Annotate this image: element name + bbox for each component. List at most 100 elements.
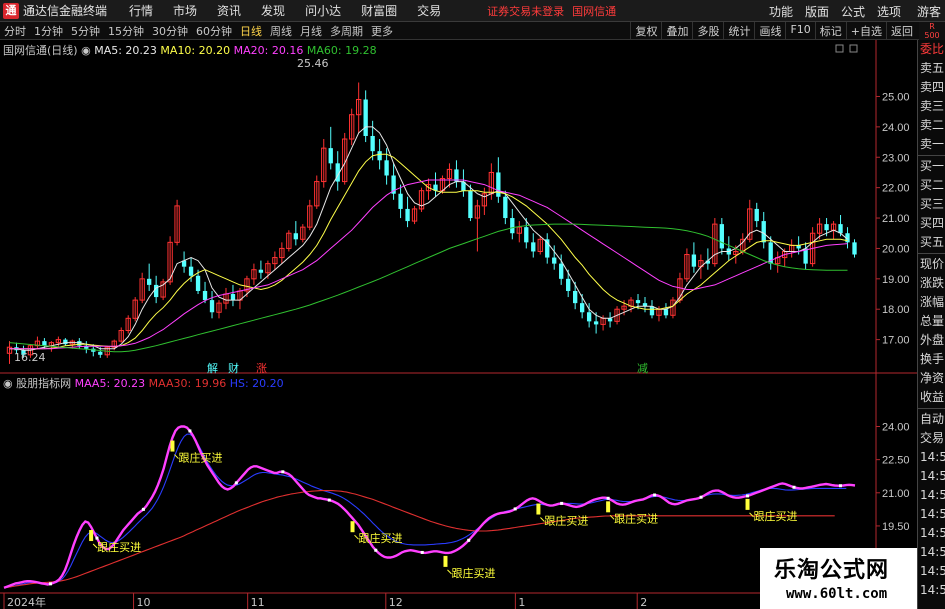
overlay-button[interactable]: 叠加 bbox=[661, 22, 692, 40]
y-tick-label: 21.00 bbox=[882, 213, 910, 225]
tab-5min[interactable]: 5分钟 bbox=[67, 23, 104, 39]
tab-30min[interactable]: 30分钟 bbox=[148, 23, 192, 39]
tab-60min[interactable]: 60分钟 bbox=[192, 23, 236, 39]
login-notice[interactable]: 证券交易未登录 bbox=[487, 3, 564, 19]
menu-item-discover[interactable]: 发现 bbox=[251, 2, 295, 19]
multi-stock-button[interactable]: 多股 bbox=[692, 22, 723, 40]
y-tick-label: 21.00 bbox=[882, 488, 910, 500]
candle-down bbox=[202, 290, 208, 301]
menu-item-quotes[interactable]: 行情 bbox=[119, 2, 163, 19]
candle-down bbox=[838, 224, 843, 234]
y-tick-label: 22.00 bbox=[882, 183, 910, 195]
series-maa5-line bbox=[3, 425, 856, 589]
x-tick-label: 12 bbox=[389, 596, 403, 609]
menu-item-trade[interactable]: 交易 bbox=[407, 2, 451, 19]
candle-down bbox=[405, 208, 410, 222]
x-tick-label: 2024年 bbox=[7, 595, 46, 609]
tab-intraday[interactable]: 分时 bbox=[0, 23, 30, 39]
ma20-label: MA20: 20.16 bbox=[233, 44, 304, 57]
add-watchlist-button[interactable]: +自选 bbox=[845, 22, 886, 40]
candle-down bbox=[98, 351, 103, 355]
menu-item-function[interactable]: 功能 bbox=[763, 3, 799, 20]
side-item-ask3: 卖三 bbox=[920, 99, 945, 113]
maa5-point bbox=[792, 485, 796, 489]
side-item-net-asset: 净资 bbox=[920, 371, 945, 385]
menu-item-layout[interactable]: 版面 bbox=[799, 3, 835, 20]
maa5-point bbox=[838, 484, 842, 488]
watermark-title: 乐淘公式网 bbox=[774, 558, 890, 583]
tick-time: 14:56 bbox=[920, 507, 945, 521]
marker-finance[interactable]: 财 bbox=[228, 360, 239, 376]
indicator-panel[interactable]: 跟庄买进跟庄买进跟庄买进跟庄买进跟庄买进 跟庄买进 跟庄买进 bbox=[3, 425, 856, 589]
buy-signal-label: 跟庄买进 bbox=[359, 531, 403, 545]
user-button[interactable]: 游客 bbox=[917, 3, 941, 20]
candle-down bbox=[824, 224, 829, 231]
f10-button[interactable]: F10 bbox=[785, 22, 814, 40]
tab-more[interactable]: 更多 bbox=[367, 23, 397, 39]
candle-down bbox=[258, 269, 264, 273]
marker-rise[interactable]: 涨 bbox=[256, 360, 267, 376]
menu-item-news[interactable]: 资讯 bbox=[207, 2, 251, 19]
tab-multi-period[interactable]: 多周期 bbox=[326, 23, 367, 39]
candle-down bbox=[552, 257, 557, 264]
side-item-turnover: 换手 bbox=[920, 352, 945, 366]
statistics-button[interactable]: 统计 bbox=[723, 22, 754, 40]
buy-signal-label: 跟庄买进 bbox=[451, 566, 495, 580]
candle-down bbox=[398, 193, 403, 209]
candle-down bbox=[531, 242, 536, 252]
side-item-change: 涨跌 bbox=[920, 276, 945, 290]
candle-down bbox=[761, 221, 766, 243]
main-title: 国网信通(日线) bbox=[3, 44, 78, 57]
menu-item-wealth[interactable]: 财富圈 bbox=[351, 2, 407, 19]
hs-label: HS: 20.20 bbox=[229, 377, 284, 390]
tick-time: 14:56 bbox=[920, 488, 945, 502]
candle-down bbox=[852, 242, 857, 255]
quote-side-panel: 委比 卖五 卖四 卖三 卖二 卖一 买一 买二 买三 买四 买五 现价 涨跌 涨… bbox=[917, 40, 945, 609]
marker-reduce[interactable]: 减 bbox=[637, 360, 648, 376]
draw-line-button[interactable]: 画线 bbox=[754, 22, 785, 40]
maa30-label: MAA30: 19.96 bbox=[148, 377, 227, 390]
app-logo-icon: 通 bbox=[3, 2, 19, 19]
back-button[interactable]: 返回 bbox=[886, 22, 917, 40]
high-price-label: 25.46 bbox=[297, 57, 329, 70]
restore-rights-button[interactable]: 复权 bbox=[630, 22, 661, 40]
side-item-volume: 总量 bbox=[920, 314, 945, 328]
y-tick-label: 23.00 bbox=[882, 152, 910, 164]
maa5-point bbox=[699, 495, 703, 499]
buy-signal-marker bbox=[536, 503, 541, 515]
maa5-point bbox=[374, 548, 378, 552]
app-title: 通达信金融终端 bbox=[23, 4, 108, 18]
stock-chart[interactable]: 跟庄买进跟庄买进跟庄买进跟庄买进跟庄买进 跟庄买进 跟庄买进 17.0018.001… bbox=[0, 40, 917, 609]
menu-item-formula[interactable]: 公式 bbox=[835, 3, 871, 20]
buy-signal-label: 跟庄买进 bbox=[178, 451, 222, 465]
collapse-icon[interactable]: ◉ bbox=[81, 44, 91, 57]
tab-monthly[interactable]: 月线 bbox=[296, 23, 326, 39]
maa5-point bbox=[327, 498, 331, 502]
menu-item-options[interactable]: 选项 bbox=[871, 3, 907, 20]
side-item-trade[interactable]: 交易 bbox=[918, 429, 945, 448]
x-tick-label: 2 bbox=[640, 596, 647, 609]
buy-signal-marker bbox=[170, 440, 175, 452]
tab-15min[interactable]: 15分钟 bbox=[104, 23, 148, 39]
candle-down bbox=[691, 254, 697, 267]
side-item-bid5: 买五 bbox=[920, 235, 945, 249]
maa5-point bbox=[513, 507, 517, 511]
main-chart-panel[interactable] bbox=[6, 82, 857, 364]
y-tick-label: 18.00 bbox=[882, 304, 910, 316]
side-item-bid3: 买三 bbox=[920, 197, 945, 211]
tab-weekly[interactable]: 周线 bbox=[266, 23, 296, 39]
menu-item-ask[interactable]: 问小达 bbox=[295, 2, 351, 19]
tab-daily[interactable]: 日线 bbox=[236, 23, 266, 39]
menu-item-market[interactable]: 市场 bbox=[163, 2, 207, 19]
buy-signal-marker bbox=[350, 521, 355, 533]
collapse-sub-icon[interactable]: ◉ bbox=[3, 377, 13, 390]
y-tick-label: 19.00 bbox=[882, 274, 910, 286]
mark-button[interactable]: 标记 bbox=[814, 22, 846, 40]
marker-unlock[interactable]: 解 bbox=[207, 360, 218, 376]
tick-time: 14:56 bbox=[920, 469, 945, 483]
side-item-auto[interactable]: 自动 bbox=[918, 410, 945, 429]
x-tick-label: 1 bbox=[518, 596, 525, 609]
tab-1min[interactable]: 1分钟 bbox=[30, 23, 67, 39]
candle-down bbox=[468, 190, 473, 219]
main-info-row: 国网信通(日线) ◉ MA5: 20.23 MA10: 20.20 MA20: … bbox=[3, 42, 377, 58]
